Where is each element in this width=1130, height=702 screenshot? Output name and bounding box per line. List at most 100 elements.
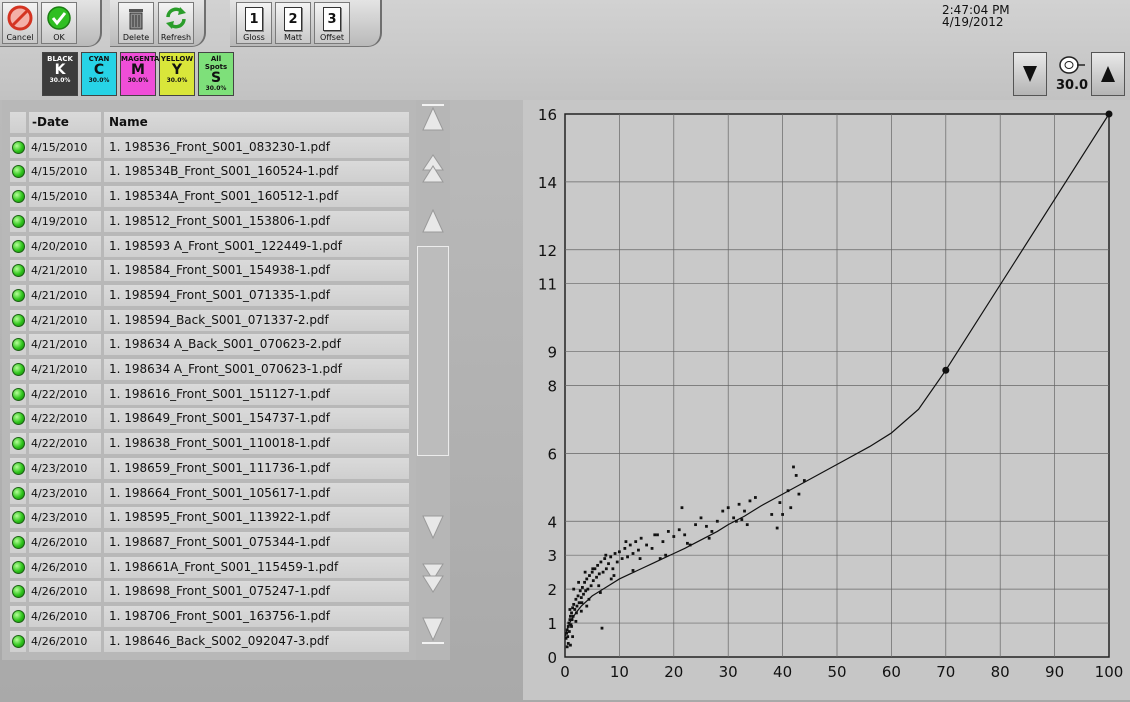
scatter-point bbox=[748, 499, 752, 503]
status-ok-icon bbox=[12, 313, 25, 327]
scatter-point bbox=[656, 533, 659, 537]
scatter-point bbox=[631, 569, 635, 572]
scatter-point bbox=[672, 535, 676, 538]
scroll-page-up-button[interactable] bbox=[416, 150, 450, 186]
status-cell bbox=[10, 359, 26, 380]
scroll-page-down-button[interactable] bbox=[416, 560, 450, 596]
status-ok-icon bbox=[12, 437, 25, 451]
scatter-point bbox=[726, 506, 730, 510]
check-icon bbox=[47, 6, 71, 30]
y-tick-label: 2 bbox=[547, 581, 557, 599]
header-date[interactable]: -Date bbox=[29, 112, 101, 133]
stopwatch-icon bbox=[1059, 56, 1085, 74]
gloss-button[interactable]: 1 Gloss bbox=[236, 2, 272, 44]
status-cell bbox=[10, 581, 26, 603]
date-cell: 4/23/2010 bbox=[29, 482, 101, 504]
scatter-point bbox=[620, 557, 624, 560]
ink-button-k[interactable]: BLACK K 30.0% bbox=[42, 52, 78, 96]
ink-letter: Y bbox=[171, 62, 183, 78]
scatter-point bbox=[577, 601, 581, 605]
ink-button-s[interactable]: All Spots S 30.0% bbox=[198, 52, 234, 96]
name-cell: 1. 198534B_Front_S001_160524-1.pdf bbox=[104, 161, 409, 183]
status-ok-icon bbox=[12, 585, 25, 599]
name-cell: 1. 198687_Front_S001_075344-1.pdf bbox=[104, 531, 409, 553]
scatter-point bbox=[572, 602, 576, 606]
offset-number: 3 bbox=[323, 7, 341, 31]
delete-button[interactable]: Delete bbox=[118, 2, 154, 44]
status-ok-icon bbox=[12, 610, 25, 623]
name-cell: 1. 198698_Front_S001_075247-1.pdf bbox=[104, 581, 409, 603]
status-cell bbox=[10, 309, 26, 331]
scroll-up-button[interactable] bbox=[416, 202, 450, 238]
x-tick-label: 20 bbox=[664, 663, 683, 681]
increase-button[interactable] bbox=[1091, 52, 1125, 96]
scatter-point bbox=[612, 574, 616, 577]
scatter-point bbox=[578, 589, 582, 593]
date-cell: 4/23/2010 bbox=[29, 457, 101, 479]
scatter-point bbox=[590, 570, 594, 574]
name-cell: 1. 198616_Front_S001_151127-1.pdf bbox=[104, 383, 409, 405]
ink-letter: S bbox=[210, 70, 222, 86]
ink-button-m[interactable]: MAGENTA M 30.0% bbox=[120, 52, 159, 96]
gloss-number: 1 bbox=[245, 7, 263, 31]
status-cell bbox=[10, 408, 26, 430]
status-cell bbox=[10, 235, 26, 257]
cancel-button[interactable]: Cancel bbox=[2, 2, 38, 44]
name-cell: 1. 198594_Back_S001_071337-2.pdf bbox=[104, 309, 409, 331]
matt-button[interactable]: 2 Matt bbox=[275, 2, 311, 44]
scatter-point bbox=[585, 604, 589, 608]
scatter-point bbox=[571, 635, 575, 639]
scatter-point bbox=[596, 563, 600, 567]
toolbar-group-confirm: Cancel OK bbox=[0, 0, 102, 47]
ink-button-c[interactable]: CYAN C 30.0% bbox=[81, 52, 117, 96]
date-cell: 4/22/2010 bbox=[29, 383, 101, 405]
scatter-point bbox=[626, 555, 629, 559]
scatter-point bbox=[577, 580, 580, 584]
x-tick-label: 90 bbox=[1045, 663, 1064, 681]
refresh-button[interactable]: Refresh bbox=[158, 2, 194, 44]
date-cell: 4/22/2010 bbox=[29, 433, 101, 455]
scroll-down-button[interactable] bbox=[416, 510, 450, 546]
ink-letter: C bbox=[93, 62, 105, 78]
ink-percent: 30.0% bbox=[166, 77, 188, 84]
y-tick-label: 9 bbox=[547, 344, 557, 362]
x-tick-label: 0 bbox=[560, 663, 570, 681]
scroll-top-button[interactable] bbox=[416, 100, 450, 136]
header-status-cell[interactable] bbox=[10, 112, 26, 133]
scatter-point bbox=[569, 643, 572, 647]
status-ok-icon bbox=[12, 239, 25, 253]
trash-icon bbox=[129, 9, 143, 30]
header-name[interactable]: Name bbox=[104, 112, 409, 133]
status-cell bbox=[10, 284, 26, 306]
scatter-point bbox=[576, 594, 580, 598]
decrease-button[interactable] bbox=[1013, 52, 1047, 96]
status-ok-icon bbox=[12, 535, 25, 549]
offset-button[interactable]: 3 Offset bbox=[314, 2, 350, 44]
status-cell bbox=[10, 334, 26, 356]
ok-button[interactable]: OK bbox=[41, 2, 77, 44]
date-cell: 4/21/2010 bbox=[29, 334, 101, 356]
y-tick-label: 8 bbox=[547, 378, 557, 396]
scatter-point bbox=[567, 630, 571, 633]
scatter-point bbox=[588, 574, 591, 577]
scatter-point bbox=[710, 530, 714, 533]
status-ok-icon bbox=[12, 387, 25, 401]
date-cell: 4/26/2010 bbox=[29, 606, 101, 627]
status-ok-icon bbox=[12, 634, 25, 648]
status-ok-icon bbox=[12, 363, 25, 376]
y-tick-label: 11 bbox=[538, 276, 557, 294]
ink-name: All Spots bbox=[204, 55, 228, 71]
scatter-point bbox=[680, 506, 684, 510]
scatter-point bbox=[575, 604, 579, 608]
ink-letter: K bbox=[54, 62, 66, 78]
x-tick-label: 40 bbox=[773, 663, 792, 681]
scroll-thumb[interactable] bbox=[417, 246, 449, 456]
scroll-bottom-button[interactable] bbox=[416, 612, 450, 648]
scatter-point bbox=[775, 526, 779, 530]
triangle-down-icon bbox=[1023, 66, 1037, 82]
date-cell: 4/21/2010 bbox=[29, 359, 101, 380]
status-cell bbox=[10, 161, 26, 183]
scatter-point bbox=[677, 528, 681, 532]
clock: 2:47:04 PM 4/19/2012 bbox=[942, 4, 1010, 28]
ink-button-y[interactable]: YELLOW Y 30.0% bbox=[159, 52, 195, 96]
